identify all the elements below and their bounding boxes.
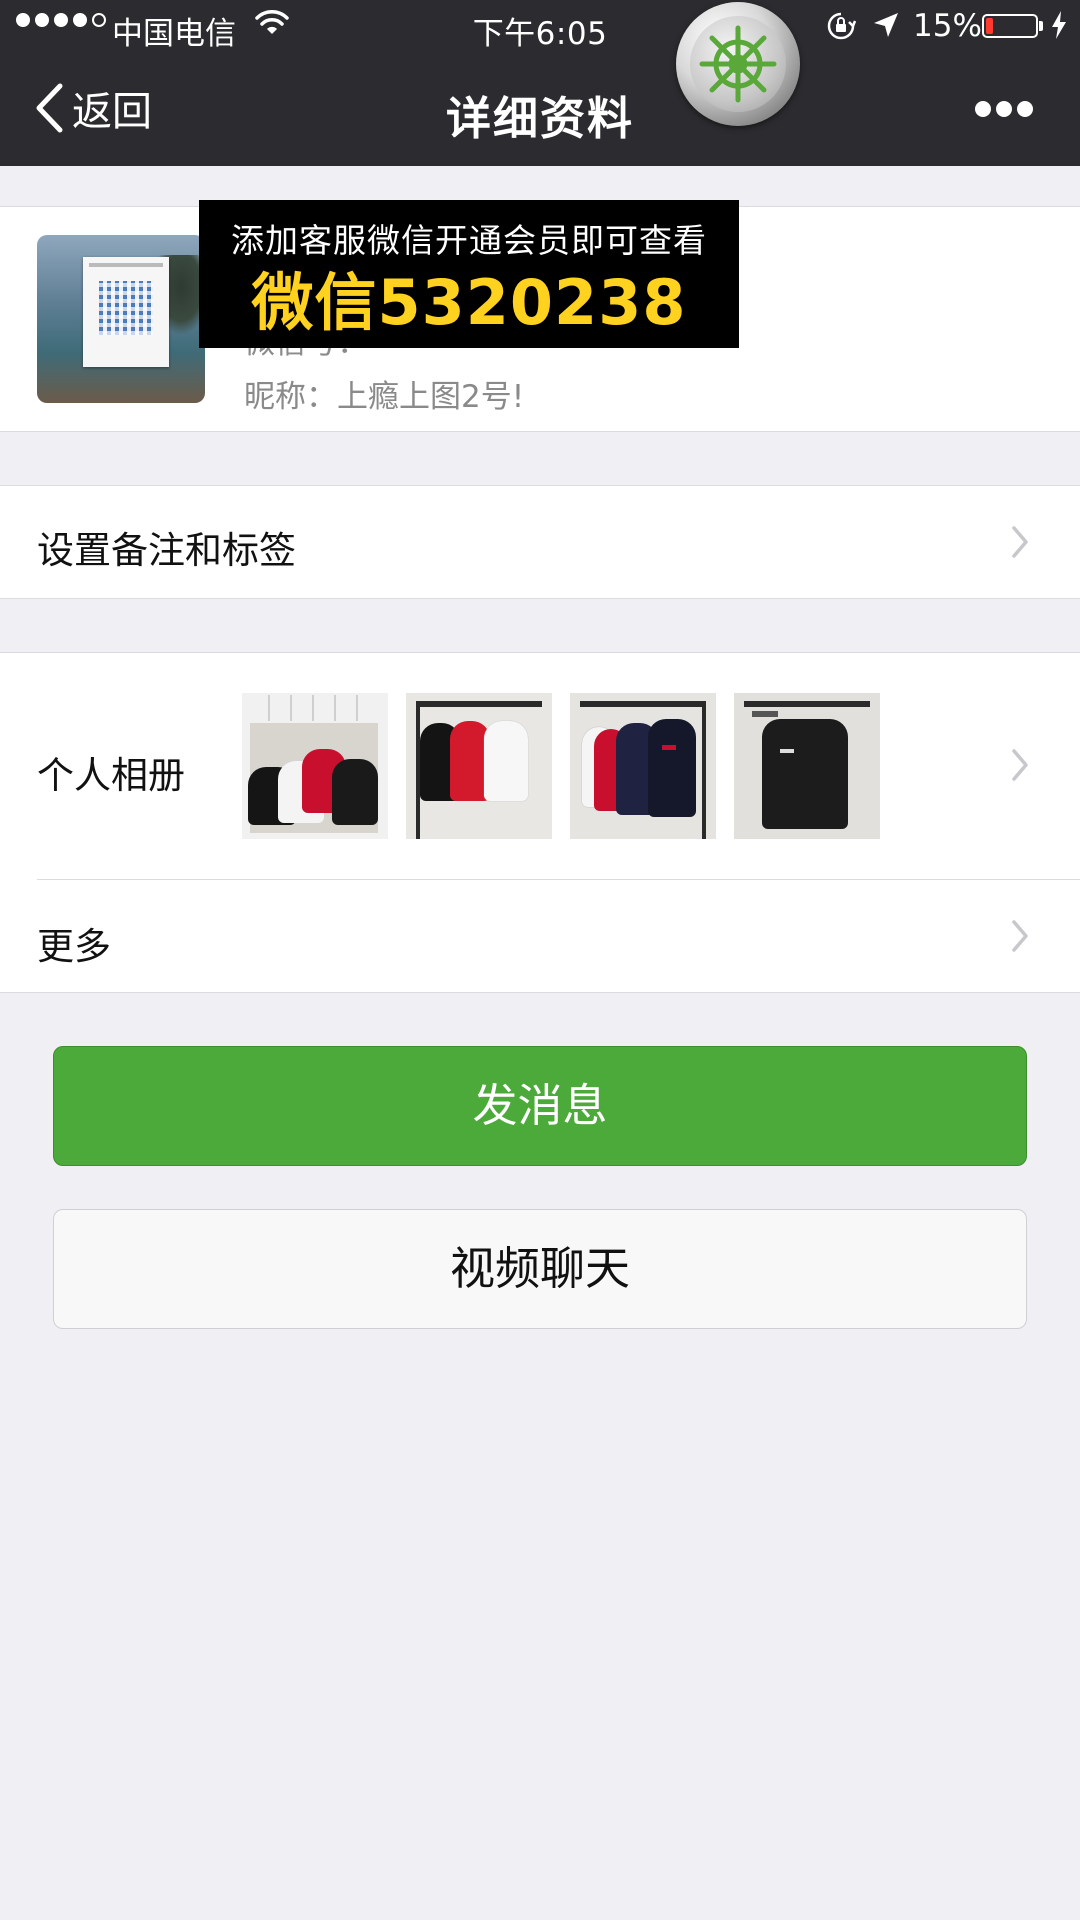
ellipsis-icon[interactable] <box>974 98 1034 120</box>
promo-line2: 微信5320238 <box>251 266 687 339</box>
more-cell[interactable]: 更多 <box>0 880 1080 992</box>
personal-album-cell[interactable]: 个人相册 <box>0 653 1080 879</box>
nickname-line: 昵称：上瘾上图2号! <box>244 371 524 416</box>
album-label: 个人相册 <box>37 754 185 797</box>
status-bar: 中国电信 下午6:05 15% <box>0 0 1080 54</box>
video-chat-button[interactable]: 视频聊天 <box>53 1209 1027 1329</box>
battery-tip <box>1039 21 1043 31</box>
chevron-right-icon <box>1012 526 1028 558</box>
album-photo-3 <box>570 693 716 839</box>
more-label: 更多 <box>37 925 111 968</box>
promo-overlay: 添加客服微信开通会员即可查看 微信5320238 <box>199 200 739 348</box>
avatar-qr-card <box>83 257 169 367</box>
page-title: 详细资料 <box>445 92 634 145</box>
album-photo-2 <box>406 693 552 839</box>
remark-tags-label: 设置备注和标签 <box>37 529 296 572</box>
rotation-lock-icon <box>827 12 856 40</box>
promo-line1: 添加客服微信开通会员即可查看 <box>231 221 707 260</box>
album-more-group: 个人相册 更多 <box>0 652 1080 993</box>
battery-icon <box>982 14 1038 38</box>
battery-percent: 15% <box>913 8 982 44</box>
charging-bolt-icon <box>1052 11 1066 39</box>
ship-wheel-glyph <box>699 25 777 103</box>
send-message-button[interactable]: 发消息 <box>53 1046 1027 1166</box>
qr-code <box>99 281 153 335</box>
album-photo-4 <box>734 693 880 839</box>
chevron-right-icon <box>1012 749 1028 781</box>
album-thumbnails <box>242 693 880 839</box>
album-photo-1 <box>242 693 388 839</box>
nickname-label: 昵称： <box>244 379 337 415</box>
battery-level-fill <box>986 18 993 34</box>
nickname-value: 上瘾上图2号! <box>337 379 525 415</box>
chevron-right-icon <box>1012 920 1028 952</box>
location-arrow-icon <box>874 13 898 37</box>
avatar[interactable] <box>37 235 205 403</box>
set-remark-tags-cell[interactable]: 设置备注和标签 <box>0 485 1080 599</box>
top-bar: 中国电信 下午6:05 15% 返回 详细资料 <box>0 0 1080 166</box>
ship-wheel-icon[interactable] <box>676 2 800 126</box>
